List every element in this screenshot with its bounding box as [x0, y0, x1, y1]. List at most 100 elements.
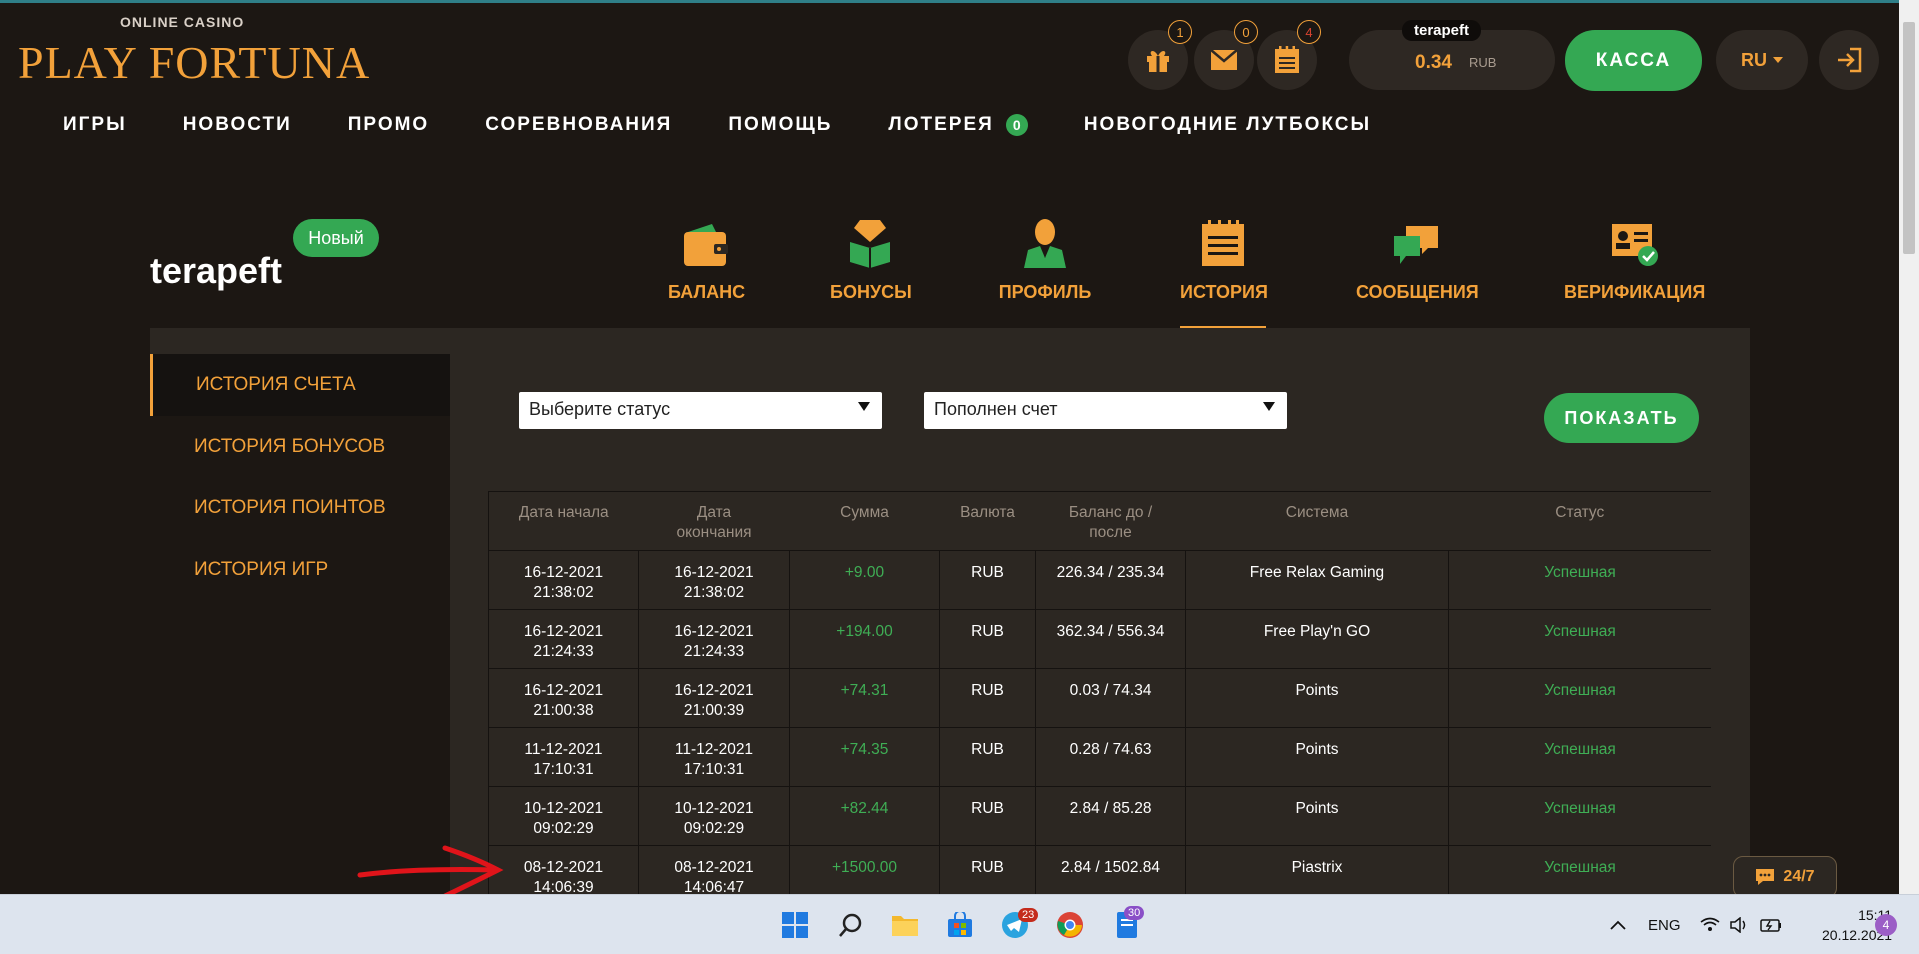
notification-count-badge[interactable]: 4 [1875, 914, 1897, 936]
table-row: 11-12-2021 17:10:31 11-12-2021 17:10:31 +74.… [488, 727, 1711, 787]
battery-icon[interactable] [1760, 917, 1782, 937]
cell-end-end-date: 11-12-2021 [674, 741, 754, 758]
cell-amount-amount: +74.31 [840, 682, 889, 699]
cell-start-start-date: 08-12-2021 [523, 859, 604, 876]
operation-type-select[interactable]: Пополнен счет [924, 392, 1287, 429]
cell-status: Успешная [1448, 609, 1711, 669]
cell-start: 10-12-2021 09:02:29 [488, 786, 639, 846]
history-sidebar: ИСТОРИЯ СЧЕТА ИСТОРИЯ БОНУСОВ ИСТОРИЯ ПО… [150, 354, 450, 900]
header-currency: Валюта [939, 491, 1036, 551]
cell-end-end-date: 10-12-2021 [674, 800, 754, 817]
live-chat-button[interactable]: 24/7 [1733, 856, 1837, 898]
cell-status-status: Успешная [1544, 741, 1616, 758]
transactions-table-wrap: Дата начала Дата окончания Сумма Валюта … [488, 491, 1711, 900]
page-scrollbar[interactable] [1899, 0, 1919, 894]
dropdown-arrow-icon [1263, 402, 1275, 411]
cell-system-system: Points [1295, 682, 1339, 699]
table-row: 16-12-2021 21:38:02 16-12-2021 21:38:02 +9.0… [488, 550, 1711, 610]
header-system: Система [1185, 491, 1449, 551]
cell-system-system: Points [1295, 741, 1339, 758]
logout-button[interactable] [1819, 30, 1879, 90]
cell-start-start-time: 21:38:02 [533, 584, 594, 601]
cell-system: Piastrix [1185, 845, 1449, 900]
mail-count-badge: 0 [1234, 20, 1258, 44]
nav-item-help[interactable]: ПОМОЩЬ [728, 114, 832, 136]
cell-currency-currency: RUB [971, 800, 1004, 817]
table-header-row: Дата начала Дата окончания Сумма Валюта … [488, 491, 1711, 551]
tab-verification[interactable]: ВЕРИФИКАЦИЯ [1564, 212, 1705, 303]
nav-item-lottery[interactable]: ЛОТЕРЕЯ 0 [888, 114, 1028, 136]
sidebar-item-points-history[interactable]: ИСТОРИЯ ПОИНТОВ [194, 497, 386, 519]
cell-amount-amount: +1500.00 [831, 859, 898, 876]
cell-currency: RUB [939, 668, 1036, 728]
store-icon[interactable] [945, 910, 975, 940]
cell-balance-balance: 0.03 / 74.34 [1069, 682, 1152, 699]
cell-status-status: Успешная [1544, 623, 1616, 640]
tasks-button[interactable]: 4 [1257, 20, 1321, 90]
chrome-icon[interactable] [1055, 910, 1085, 940]
wifi-icon[interactable] [1700, 917, 1720, 937]
cell-amount: +82.44 [789, 786, 940, 846]
tab-history[interactable]: ИСТОРИЯ [1180, 212, 1268, 303]
status-select[interactable]: Выберите статус [519, 392, 882, 429]
cell-start-start-time: 21:24:33 [533, 643, 594, 660]
cell-balance-balance: 2.84 / 1502.84 [1060, 859, 1161, 876]
cell-amount: +1500.00 [789, 845, 940, 900]
sidebar-item-games-history[interactable]: ИСТОРИЯ ИГР [194, 559, 328, 581]
notepad-icon [1275, 46, 1299, 73]
tab-messages[interactable]: СООБЩЕНИЯ [1356, 212, 1479, 303]
dropdown-arrow-icon [858, 402, 870, 411]
cell-amount-amount: +74.35 [840, 741, 889, 758]
search-icon[interactable] [836, 910, 866, 940]
file-explorer-icon[interactable] [890, 910, 920, 940]
cell-balance: 2.84 / 85.28 [1035, 786, 1186, 846]
cell-currency-currency: RUB [971, 564, 1004, 581]
input-language[interactable]: ENG [1648, 917, 1681, 934]
windows-start-icon[interactable] [780, 910, 810, 940]
nav-item-games[interactable]: ИГРЫ [63, 114, 127, 136]
volume-icon[interactable] [1730, 916, 1750, 937]
tab-messages-label: СООБЩЕНИЯ [1356, 282, 1479, 302]
balance-value: 0.34 [1415, 52, 1452, 73]
tab-bonuses[interactable]: БОНУСЫ [830, 212, 912, 303]
table-row: 08-12-2021 14:06:39 08-12-2021 14:06:47 +150… [488, 845, 1711, 900]
scrollbar-thumb[interactable] [1903, 22, 1915, 254]
cell-start-start-date: 16-12-2021 [523, 564, 604, 581]
cell-start-start-time: 09:02:29 [533, 820, 594, 837]
tab-balance[interactable]: БАЛАНС [668, 212, 745, 303]
cell-end-end-date: 16-12-2021 [674, 682, 754, 699]
chevron-down-icon [1773, 57, 1783, 63]
cell-status-status: Успешная [1544, 859, 1616, 876]
cell-balance-balance: 2.84 / 85.28 [1069, 800, 1152, 817]
messages-button[interactable]: 0 [1194, 20, 1258, 90]
tab-profile[interactable]: ПРОФИЛЬ [998, 212, 1092, 303]
nav-item-promo[interactable]: ПРОМО [348, 114, 429, 136]
cell-currency-currency: RUB [971, 682, 1004, 699]
profile-username: terapeft [150, 250, 283, 291]
gift-button[interactable]: 1 [1128, 20, 1192, 90]
show-button[interactable]: ПОКАЗАТЬ [1544, 393, 1699, 443]
header-username: terapeft [1402, 20, 1482, 41]
cell-balance: 0.28 / 74.63 [1035, 727, 1186, 787]
history-list-icon [1202, 220, 1244, 266]
cell-system: Free Play'n GO [1185, 609, 1449, 669]
sidebar-item-bonus-history[interactable]: ИСТОРИЯ БОНУСОВ [194, 436, 385, 458]
play-fortuna-logo[interactable]: ONLINE CASINO PLAY FORTUNA [18, 14, 369, 88]
cell-end: 08-12-2021 14:06:47 [638, 845, 790, 900]
nav-item-news[interactable]: НОВОСТИ [183, 114, 292, 136]
nav-item-lootboxes[interactable]: НОВОГОДНИЕ ЛУТБОКСЫ [1084, 114, 1371, 136]
kassa-button[interactable]: КАССА [1565, 30, 1702, 91]
tray-chevron-up-icon[interactable] [1610, 917, 1626, 934]
tab-profile-label: ПРОФИЛЬ [998, 282, 1092, 302]
cell-balance: 362.34 / 556.34 [1035, 609, 1186, 669]
cell-status-status: Успешная [1544, 800, 1616, 817]
cell-end-end-time: 09:02:29 [683, 820, 745, 837]
nav-item-competitions[interactable]: СОРЕВНОВАНИЯ [485, 114, 672, 136]
cell-currency: RUB [939, 786, 1036, 846]
table-row: 16-12-2021 21:00:38 16-12-2021 21:00:39 +74.… [488, 668, 1711, 728]
sidebar-item-account-history[interactable]: ИСТОРИЯ СЧЕТА [196, 374, 356, 396]
red-arrow-annotation [357, 845, 504, 899]
language-select[interactable]: RU [1716, 30, 1808, 90]
gift-count-badge: 1 [1168, 20, 1192, 44]
wallet-icon [684, 224, 728, 266]
